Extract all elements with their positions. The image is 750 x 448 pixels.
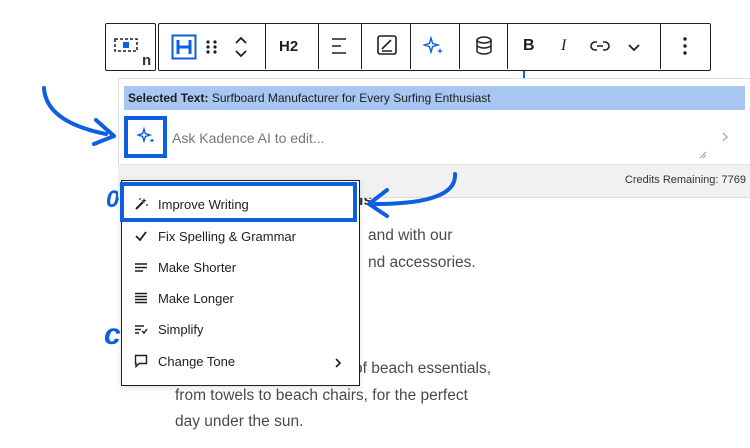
toolbar-separator (660, 23, 661, 69)
block-type-button[interactable] (114, 38, 138, 52)
check-icon (134, 229, 148, 243)
simplify-icon (134, 322, 148, 336)
more-options-icon[interactable] (682, 36, 688, 61)
menu-item-make-longer[interactable]: Make Longer (134, 288, 234, 308)
ai-prompt-input[interactable]: Ask Kadence AI to edit... (172, 130, 325, 146)
submit-chevron-icon[interactable] (721, 130, 729, 148)
menu-item-label: Fix Spelling & Grammar (158, 228, 296, 244)
selected-text-value: Surfboard Manufacturer for Every Surfing… (211, 91, 491, 105)
menu-item-label: Make Longer (158, 290, 234, 306)
chevron-down-icon[interactable] (627, 40, 641, 58)
lines-short-icon (134, 260, 148, 274)
submenu-chevron-icon (334, 355, 342, 373)
toolbar-separator (265, 23, 266, 69)
credits-remaining: Credits Remaining: 7769 (624, 174, 746, 186)
menu-item-make-shorter[interactable]: Make Shorter (134, 257, 236, 277)
selected-text-label: Selected Text: (128, 91, 209, 105)
page-text-line: and with our (368, 227, 453, 244)
toolbar-separator (318, 23, 319, 69)
page-text-line: nd accessories. (368, 254, 476, 271)
link-icon[interactable] (590, 38, 610, 59)
menu-item-label: Change Tone (158, 353, 236, 369)
toolbar-separator (507, 23, 508, 69)
ai-sparkle-icon[interactable] (421, 35, 445, 61)
heading-fragment-text: n (142, 52, 152, 69)
heading-level-button[interactable]: H2 (279, 38, 298, 55)
page-text-line: of beach essentials, (354, 360, 492, 377)
edit-image-icon[interactable] (376, 34, 398, 61)
toolbar-separator (410, 23, 411, 69)
move-up-down-icon[interactable] (233, 32, 249, 67)
lines-long-icon (134, 291, 148, 305)
selected-text-bar: Selected Text: Surfboard Manufacturer fo… (124, 86, 745, 110)
align-icon[interactable] (330, 36, 348, 61)
speech-bubble-icon (134, 354, 148, 368)
menu-item-change-tone[interactable]: Change Tone (134, 351, 235, 371)
toolbar-separator (459, 23, 460, 69)
menu-item-label: Simplify (158, 321, 204, 337)
page-text-line: day under the sun. (175, 413, 304, 430)
drag-handle-icon[interactable] (205, 39, 219, 60)
improve-writing-highlight (120, 182, 357, 222)
page-text-line: from towels to beach chairs, for the per… (175, 387, 468, 404)
menu-item-label: Make Shorter (158, 259, 237, 275)
heading-block-button[interactable] (171, 34, 197, 60)
heading-icon (171, 34, 197, 60)
annotation-arrow-right (367, 172, 457, 218)
database-icon[interactable] (475, 35, 493, 62)
menu-item-fix-spelling[interactable]: Fix Spelling & Grammar (134, 226, 296, 246)
ai-sparkle-highlight (124, 116, 167, 158)
toolbar-separator (361, 23, 362, 69)
italic-button[interactable]: I (561, 37, 566, 55)
menu-item-simplify[interactable]: Simplify (134, 319, 204, 339)
bold-button[interactable]: B (523, 37, 535, 55)
block-icon (114, 38, 138, 52)
annotation-arrow-left (42, 86, 116, 146)
resize-handle-icon[interactable] (699, 146, 707, 164)
page-heading-fragment-2: c (104, 318, 121, 351)
